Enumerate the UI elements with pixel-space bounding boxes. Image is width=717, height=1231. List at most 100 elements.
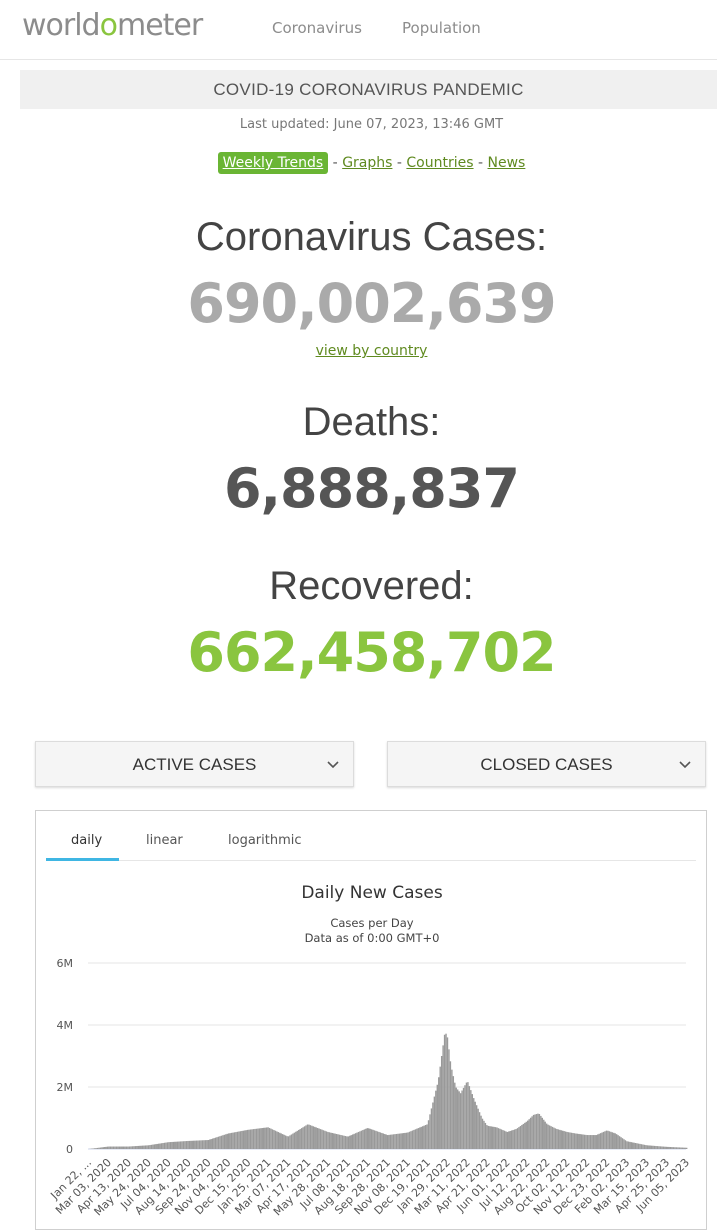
data-bar	[629, 1142, 630, 1149]
data-bar	[104, 1147, 105, 1149]
data-bar	[413, 1130, 414, 1149]
data-bar	[463, 1088, 464, 1149]
data-bar	[470, 1090, 471, 1149]
data-bar	[638, 1144, 639, 1149]
nav-link-population[interactable]: Population	[402, 19, 481, 37]
data-bar	[502, 1130, 503, 1149]
y-tick-label: 2M	[57, 1081, 74, 1094]
data-bar	[537, 1114, 538, 1149]
data-bar	[575, 1134, 576, 1150]
data-bar	[632, 1142, 633, 1149]
data-bar	[391, 1135, 392, 1149]
data-bar	[283, 1135, 284, 1149]
data-bar	[110, 1147, 111, 1149]
data-bar	[645, 1145, 646, 1149]
data-bar	[367, 1128, 368, 1149]
data-bar	[440, 1067, 441, 1149]
data-bar	[556, 1129, 557, 1149]
weekly-trends-link[interactable]: Weekly Trends	[218, 152, 329, 174]
data-bar	[170, 1142, 171, 1149]
data-bar	[569, 1132, 570, 1149]
data-bar	[378, 1132, 379, 1149]
data-bar	[212, 1139, 213, 1149]
data-bar	[423, 1126, 424, 1149]
data-bar	[531, 1116, 532, 1149]
data-bar	[676, 1147, 677, 1149]
data-bar	[124, 1147, 125, 1149]
data-bar	[92, 1148, 93, 1149]
tab-logarithmic[interactable]: logarithmic	[228, 833, 302, 848]
data-bar	[667, 1147, 668, 1149]
data-bar	[213, 1138, 214, 1149]
data-bar	[221, 1136, 222, 1149]
data-bar	[390, 1135, 391, 1149]
view-by-country-link[interactable]: view by country	[316, 343, 428, 359]
data-bar	[238, 1132, 239, 1150]
data-bar	[244, 1130, 245, 1149]
data-bar	[297, 1131, 298, 1149]
data-bar	[359, 1131, 360, 1149]
data-bar	[224, 1135, 225, 1149]
data-bar	[598, 1134, 599, 1149]
data-bar	[582, 1135, 583, 1149]
closed-cases-dropdown[interactable]: CLOSED CASES	[387, 741, 706, 787]
data-bar	[278, 1132, 279, 1149]
data-bar	[151, 1145, 152, 1149]
data-bar	[438, 1077, 439, 1149]
data-bar	[135, 1146, 136, 1149]
data-bar	[298, 1130, 299, 1149]
data-bar	[660, 1146, 661, 1149]
tab-daily[interactable]: daily	[71, 833, 102, 848]
data-bar	[670, 1147, 671, 1149]
data-bar	[450, 1061, 451, 1149]
active-cases-dropdown[interactable]: ACTIVE CASES	[35, 741, 354, 787]
data-bar	[241, 1131, 242, 1149]
data-bar	[669, 1147, 670, 1149]
data-bar	[622, 1138, 623, 1149]
data-bar	[304, 1126, 305, 1149]
nav-link-coronavirus[interactable]: Coronavirus	[272, 19, 362, 37]
data-bar	[566, 1132, 567, 1149]
data-bar	[333, 1133, 334, 1149]
graphs-link[interactable]: Graphs	[342, 155, 392, 171]
data-bar	[648, 1145, 649, 1149]
data-bar	[652, 1146, 653, 1149]
data-bar	[616, 1134, 617, 1149]
data-bar	[498, 1128, 499, 1149]
data-bar	[444, 1035, 445, 1149]
data-bar	[572, 1133, 573, 1149]
data-bar	[127, 1147, 128, 1149]
data-bar	[132, 1146, 133, 1149]
data-bar	[447, 1037, 448, 1149]
data-bar	[218, 1137, 219, 1149]
worldometer-logo[interactable]: worldometer	[22, 8, 202, 43]
news-link[interactable]: News	[488, 155, 526, 171]
data-bar	[364, 1129, 365, 1149]
data-bar	[657, 1146, 658, 1149]
data-bar	[120, 1147, 121, 1149]
data-bar	[149, 1145, 150, 1149]
data-bar	[279, 1133, 280, 1149]
data-bar	[222, 1135, 223, 1149]
data-bar	[267, 1127, 268, 1149]
data-bar	[101, 1147, 102, 1149]
data-bar	[475, 1102, 476, 1149]
data-bar	[512, 1130, 513, 1149]
countries-link[interactable]: Countries	[406, 155, 473, 171]
logo-text-suffix: meter	[117, 8, 202, 43]
data-bar	[536, 1114, 537, 1149]
data-bar	[98, 1148, 99, 1149]
data-bar	[574, 1133, 575, 1149]
data-bar	[263, 1128, 264, 1149]
data-bar	[370, 1129, 371, 1149]
data-bar	[187, 1141, 188, 1149]
tab-linear[interactable]: linear	[146, 833, 183, 848]
data-bar	[549, 1125, 550, 1149]
data-bar	[628, 1142, 629, 1149]
data-bar	[400, 1133, 401, 1149]
data-bar	[286, 1136, 287, 1149]
data-bar	[686, 1148, 687, 1149]
data-bar	[294, 1133, 295, 1149]
data-bar	[197, 1140, 198, 1149]
chart-title: Daily New Cases	[36, 883, 708, 903]
